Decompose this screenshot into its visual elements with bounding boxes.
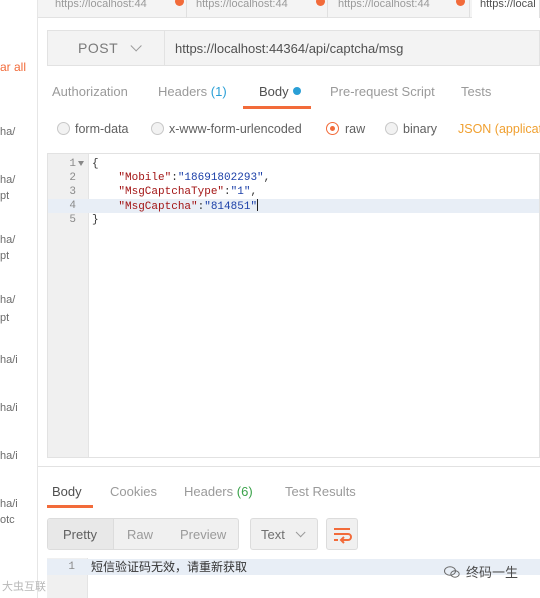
json-value: "814851" [204,201,258,213]
radio-binary-label[interactable]: binary [403,122,437,136]
view-raw-button[interactable]: Raw [127,527,153,542]
format-label: Text [261,526,285,542]
url-input[interactable]: https://localhost:44364/api/captcha/msg [164,30,540,66]
request-tab-label: https://local [480,0,536,10]
wrap-lines-icon [334,528,352,544]
response-tab-headers-label: Headers [184,484,234,499]
line-number: 3 [69,186,76,198]
active-tab-underline [47,505,93,508]
radio-binary[interactable] [385,122,398,135]
tab-body-label: Body [259,84,289,99]
chevron-down-icon [295,526,306,537]
history-item[interactable]: ha/ [0,290,15,310]
line-number: 4 [69,200,76,212]
history-item[interactable]: pt [0,308,9,328]
history-item[interactable]: ha/i [0,446,18,466]
response-tab-body[interactable]: Body [52,484,82,499]
radio-form-data[interactable] [57,122,70,135]
code-text: } [92,214,99,226]
active-tab-underline [243,106,311,109]
headers-count: (1) [210,84,227,99]
body-mode-radio-group: form-data x-www-form-urlencoded raw bina… [0,118,540,142]
tab-pre-request-script[interactable]: Pre-request Script [330,84,435,99]
tab-body[interactable]: Body [259,84,301,99]
body-indicator-dot-icon [292,87,301,95]
code-text: "MsgCaptcha":"814851" [92,199,259,214]
editor-line: 1 { [48,157,539,171]
code-text: "Mobile":"18691802293", [92,171,270,185]
history-item[interactable]: otc [0,510,15,530]
wechat-icon [444,565,460,578]
radio-urlencoded[interactable] [151,122,164,135]
history-item[interactable]: pt [0,186,9,206]
method-select[interactable]: POST [47,30,164,66]
history-sidebar: ar all ha/ ha/ pt ha/ pt ha/ pt ha/i ha/… [0,0,38,598]
response-headers-count: (6) [236,484,253,499]
text-cursor [257,199,259,211]
line-number: 2 [69,172,76,184]
response-format-select[interactable]: Text [250,518,318,550]
history-item[interactable]: ha/i [0,350,18,370]
method-label: POST [78,40,119,56]
response-tab-test-results[interactable]: Test Results [285,484,356,499]
tab-tests[interactable]: Tests [461,84,491,99]
view-preview-button[interactable]: Preview [180,527,226,542]
request-tab[interactable]: https://localhost:44 [330,0,470,18]
response-tab-cookies[interactable]: Cookies [110,484,157,499]
json-key: "MsgCaptchaType" [118,186,225,198]
json-comma: , [250,186,258,198]
request-tab[interactable]: https://localhost:44 [188,0,328,18]
response-view-toggle: Pretty Raw Preview [47,518,239,550]
response-text: 短信验证码无效，请重新获取 [91,560,248,574]
unsaved-dot-icon [456,0,465,6]
editor-line: 2 "Mobile":"18691802293", [48,171,539,185]
radio-urlencoded-label[interactable]: x-www-form-urlencoded [169,122,302,136]
request-tab[interactable]: https://localhost:44 [47,0,187,18]
radio-form-data-label[interactable]: form-data [75,122,129,136]
request-tab-active[interactable]: https://local [472,0,540,18]
json-value: "18691802293" [177,172,264,184]
request-tab-label: https://localhost:44 [196,0,288,10]
watermark-text: 终码一生 [466,565,519,580]
request-tabs-bar: https://localhost:44 https://localhost:4… [38,0,540,18]
watermark-left: 大虫互联 [2,581,46,593]
history-item[interactable]: pt [0,246,9,266]
json-colon: : [171,172,178,184]
request-tab-label: https://localhost:44 [55,0,147,10]
editor-line: 5 } [48,213,539,227]
radio-raw-label[interactable]: raw [345,122,365,136]
tab-headers-label: Headers [158,84,208,99]
history-item[interactable]: ha/i [0,398,18,418]
line-number: 5 [69,214,76,226]
chevron-down-icon [130,40,142,52]
json-key: "Mobile" [118,172,172,184]
watermark-right: 终码一生 [444,562,518,581]
response-tab-headers[interactable]: Headers (6) [184,484,253,499]
code-text: { [92,158,99,170]
line-number: 1 [68,561,75,573]
wrap-lines-button[interactable] [326,518,358,550]
unsaved-dot-icon [316,0,325,6]
json-comma: , [263,172,271,184]
radio-raw[interactable] [326,122,339,135]
line-number: 1 [69,158,76,170]
unsaved-dot-icon [175,0,184,6]
request-tab-label: https://localhost:44 [338,0,430,10]
tab-authorization[interactable]: Authorization [52,84,128,99]
json-key: "MsgCaptcha" [118,201,198,213]
code-text: "MsgCaptchaType":"1", [92,185,257,199]
response-divider[interactable] [38,466,540,467]
editor-line-active: 4 "MsgCaptcha":"814851" [48,199,539,213]
editor-line: 3 "MsgCaptchaType":"1", [48,185,539,199]
tab-headers[interactable]: Headers (1) [158,84,227,99]
json-value: "1" [230,186,251,198]
json-colon: : [224,186,231,198]
request-body-editor[interactable]: 1 { 2 "Mobile":"18691802293", 3 "MsgCapt… [47,153,540,458]
content-type-select[interactable]: JSON (applicati [458,122,540,136]
clear-all-link[interactable]: ar all [0,60,26,74]
fold-arrow-icon[interactable] [78,161,84,166]
view-pretty-button[interactable]: Pretty [63,527,97,542]
